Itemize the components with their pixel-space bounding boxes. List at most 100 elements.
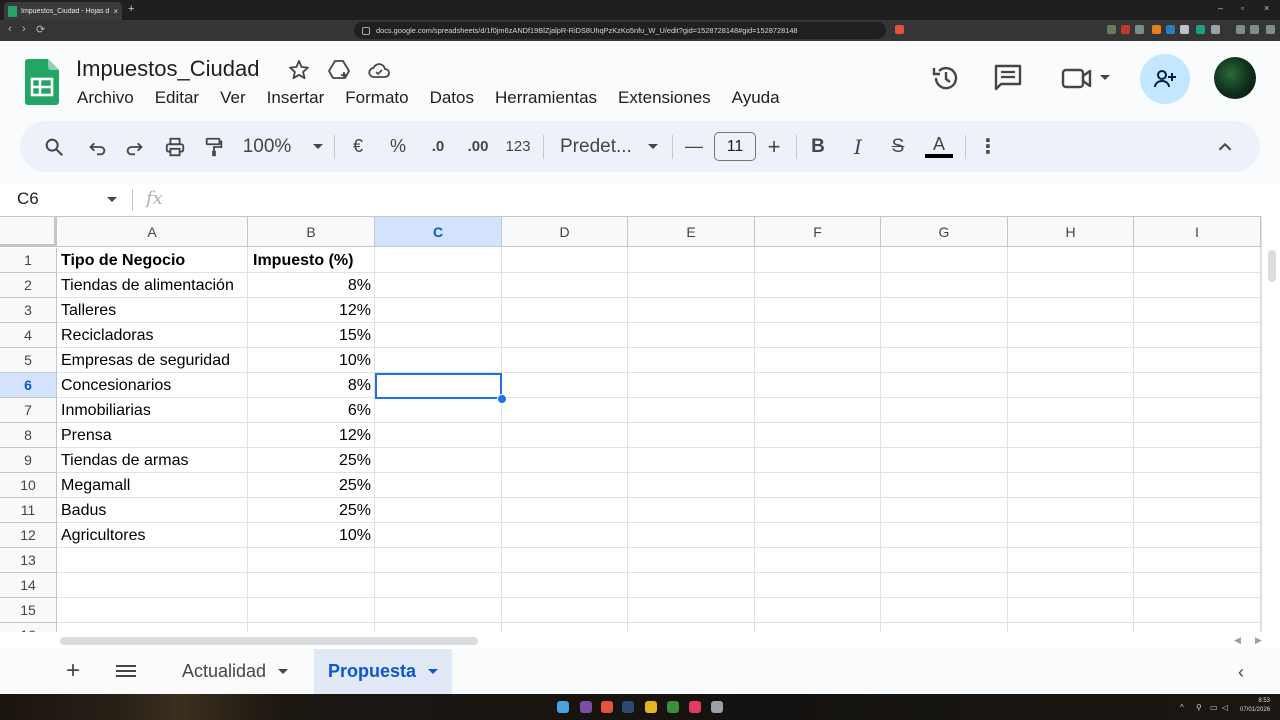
table-cell-name[interactable]: Tiendas de alimentación [61,277,245,295]
name-box[interactable]: C6 [17,189,39,209]
spreadsheet-grid[interactable]: A B C D E F G H I 1 2 3 4 5 6 7 8 9 10 1… [0,216,1261,632]
wallet-icon[interactable] [1250,25,1259,34]
search-menus-icon[interactable] [40,121,68,172]
row-header[interactable]: 8 [0,423,57,448]
print-icon[interactable] [161,121,189,172]
new-tab-button[interactable]: + [128,3,134,15]
extension-icon[interactable] [1152,25,1161,34]
menu-herramientas[interactable]: Herramientas [484,87,607,109]
menu-archivo[interactable]: Archivo [66,87,144,109]
row-header[interactable]: 16 [0,623,57,632]
table-cell-tax[interactable]: 8% [251,277,371,295]
table-cell-tax[interactable]: 25% [251,477,371,495]
table-cell-name[interactable]: Recicladoras [61,327,245,345]
cell-a1[interactable]: Tipo de Negocio [61,252,245,270]
extension-icon[interactable] [1107,25,1116,34]
table-cell-name[interactable]: Megamall [61,477,245,495]
sheet-tab-actualidad[interactable]: Actualidad [168,649,302,694]
table-cell-tax[interactable]: 25% [251,452,371,470]
column-header-f[interactable]: F [755,217,881,247]
menu-insertar[interactable]: Insertar [256,87,335,109]
table-cell-name[interactable]: Talleres [61,302,245,320]
side-panel-toggle[interactable]: ‹ [1238,662,1244,683]
menu-ayuda[interactable]: Ayuda [721,87,790,109]
volume-icon[interactable]: ◁ [1222,703,1228,712]
row-header[interactable]: 1 [0,248,57,273]
table-cell-name[interactable]: Badus [61,502,245,520]
site-info-icon[interactable] [362,26,370,35]
music-taskbar-icon[interactable] [689,701,701,713]
network-icon[interactable]: ▭ [1210,703,1218,712]
menu-icon[interactable] [1266,25,1275,34]
column-header-b[interactable]: B [248,217,375,247]
reload-button[interactable]: ⟳ [36,23,45,36]
menu-editar[interactable]: Editar [144,87,209,109]
usb-icon[interactable]: ⚲ [1196,703,1202,712]
taskbar-app-icon[interactable] [580,701,592,713]
chevron-down-icon[interactable] [278,669,289,674]
extensions-menu-icon[interactable] [1211,25,1220,34]
document-title[interactable]: Impuestos_Ciudad [76,56,259,82]
row-header[interactable]: 13 [0,548,57,573]
undo-icon[interactable] [84,121,110,172]
taskbar-app-icon[interactable] [711,701,723,713]
table-cell-name[interactable]: Tiendas de armas [61,452,245,470]
horizontal-scrollbar[interactable]: ◀ ▶ [0,632,1280,649]
maximize-button[interactable]: ▫ [1241,3,1244,13]
sheet-tab-propuesta[interactable]: Propuesta [314,649,453,694]
vertical-scroll-thumb[interactable] [1268,250,1276,282]
menu-datos[interactable]: Datos [419,87,484,109]
row-header[interactable]: 14 [0,573,57,598]
table-cell-tax[interactable]: 6% [251,402,371,420]
select-all-corner[interactable] [0,217,57,247]
comments-icon[interactable] [992,62,1024,94]
table-cell-tax[interactable]: 15% [251,327,371,345]
extension-icon[interactable] [1196,25,1205,34]
cell-b1[interactable]: Impuesto (%) [253,252,371,270]
file-explorer-icon[interactable] [645,701,657,713]
row-header[interactable]: 9 [0,448,57,473]
table-cell-tax[interactable]: 25% [251,502,371,520]
table-cell-tax[interactable]: 8% [251,377,371,395]
strikethrough-button[interactable]: S [887,121,909,172]
collapse-menus-icon[interactable] [1214,121,1236,172]
row-header[interactable]: 2 [0,273,57,298]
row-header[interactable]: 11 [0,498,57,523]
zoom-select[interactable]: 100% [242,121,324,172]
currency-format-button[interactable]: € [346,121,370,172]
row-header[interactable]: 12 [0,523,57,548]
table-cell-name[interactable]: Agricultores [61,527,245,545]
row-header[interactable]: 15 [0,598,57,623]
start-icon[interactable] [557,701,569,713]
all-sheets-icon[interactable] [116,662,136,680]
decrease-font-size-button[interactable]: — [684,121,704,172]
extension-icon[interactable] [1166,25,1175,34]
column-header-c[interactable]: C [375,217,502,247]
percent-format-button[interactable]: % [386,121,410,172]
move-to-drive-icon[interactable] [327,58,351,82]
increase-decimal-button[interactable]: .00 [462,121,494,172]
table-cell-name[interactable]: Empresas de seguridad [61,352,245,370]
extension-icon[interactable] [1121,25,1130,34]
row-header[interactable]: 10 [0,473,57,498]
sheets-logo-icon[interactable] [25,59,59,105]
extension-icon[interactable] [1180,25,1189,34]
scroll-right-icon[interactable]: ▶ [1255,635,1262,646]
browser-tab[interactable]: Impuestos_Ciudad - Hojas de cá × [4,2,122,20]
row-header[interactable]: 7 [0,398,57,423]
increase-font-size-button[interactable]: + [764,121,784,172]
forward-button[interactable]: › [22,23,26,35]
chrome-taskbar-icon[interactable] [667,701,679,713]
horizontal-scroll-thumb[interactable] [60,637,478,645]
column-header-d[interactable]: D [502,217,628,247]
cloud-saved-icon[interactable] [367,58,391,82]
address-bar[interactable]: docs.google.com/spreadsheets/d/1f0jm6zAN… [354,22,886,39]
font-select[interactable]: Predet... [560,121,660,172]
add-sheet-button[interactable]: + [66,659,80,683]
paint-format-icon[interactable] [200,121,228,172]
font-size-input[interactable]: 11 [714,132,756,161]
close-window-button[interactable]: × [1264,3,1269,13]
row-header[interactable]: 3 [0,298,57,323]
avatar[interactable] [1214,57,1256,99]
vertical-scrollbar[interactable] [1261,216,1280,632]
